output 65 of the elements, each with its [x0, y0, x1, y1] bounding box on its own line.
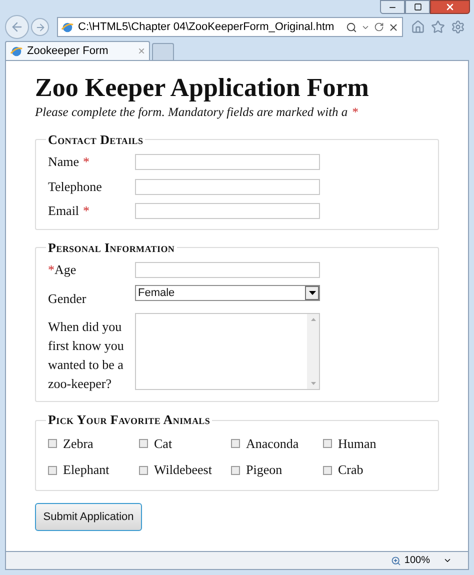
zoom-level[interactable]: 100% — [404, 553, 430, 568]
text-field[interactable] — [135, 203, 320, 219]
forward-button[interactable] — [31, 18, 49, 36]
checkbox[interactable] — [48, 466, 57, 474]
home-icon[interactable] — [411, 20, 425, 34]
text-field[interactable] — [135, 262, 320, 278]
zoom-dropdown-icon[interactable] — [443, 556, 452, 565]
dropdown-arrow-icon — [308, 290, 316, 295]
checkbox[interactable] — [139, 466, 148, 474]
checkbox-label: Crab — [338, 461, 364, 480]
close-icon — [445, 2, 455, 12]
text-field[interactable] — [135, 154, 320, 170]
stop-icon[interactable] — [388, 22, 399, 32]
back-button[interactable] — [5, 15, 29, 39]
field-label: Telephone — [48, 178, 102, 194]
checkbox-label: Zebra — [63, 434, 94, 453]
page-title: Zoo Keeper Application Form — [35, 73, 370, 103]
checkbox-label: Wildebeest — [154, 461, 212, 480]
checkbox[interactable] — [323, 439, 332, 448]
search-icon[interactable] — [346, 22, 357, 32]
required-mark: * — [48, 261, 54, 280]
required-mark: * — [352, 104, 358, 121]
browser-icon — [10, 44, 23, 58]
field-label: Name — [48, 153, 80, 172]
section-legend: Pick Your Favorite Animals — [46, 410, 212, 430]
text-field[interactable] — [135, 178, 320, 194]
answer-box[interactable] — [135, 313, 320, 390]
favorites-icon[interactable] — [431, 20, 445, 34]
checkbox-label: Pigeon — [246, 461, 282, 480]
checkbox[interactable] — [231, 466, 240, 474]
scroll-down-icon[interactable] — [310, 382, 316, 386]
browser-icon — [61, 20, 74, 34]
field-label: Gender — [48, 290, 86, 306]
settings-icon[interactable] — [451, 20, 465, 34]
new-tab-button[interactable] — [152, 43, 174, 60]
required-mark: * — [83, 202, 90, 220]
checkbox[interactable] — [231, 439, 240, 448]
gender-select[interactable]: Female — [135, 284, 320, 301]
address-text: C:\HTML5\Chapter 04\ZooKeeperForm_Original.htm — [78, 20, 336, 35]
required-mark: * — [83, 153, 90, 172]
address-bar[interactable]: C:\HTML5\Chapter 04\ZooKeeperForm_Original.htm — [57, 17, 403, 37]
field-label: Email — [48, 202, 80, 220]
zoom-icon[interactable] — [391, 556, 402, 566]
close-button[interactable] — [430, 0, 470, 14]
field-label: Age — [54, 261, 76, 280]
checkbox[interactable] — [139, 439, 148, 448]
tab-title: Zookeeper Form — [27, 44, 110, 59]
browser-tab[interactable]: Zookeeper Form × — [5, 41, 150, 60]
checkbox[interactable] — [48, 439, 57, 448]
scroll-up-icon[interactable] — [310, 318, 316, 322]
page-subtitle: Please complete the form. Mandatory fields are marked with a — [35, 104, 348, 121]
checkbox-label: Elephant — [63, 461, 110, 480]
submit-button[interactable]: Submit Application — [35, 502, 142, 531]
section-legend: Contact Details — [46, 130, 146, 150]
back-icon — [10, 20, 24, 34]
checkbox-label: Human — [338, 434, 376, 453]
checkbox-label: Cat — [154, 434, 172, 453]
forward-icon — [34, 22, 46, 32]
checkbox[interactable] — [323, 466, 332, 474]
maximize-button[interactable] — [405, 0, 430, 14]
field-label: When did you first know you wanted to be a zoo-keeper? — [48, 319, 124, 392]
checkbox-label: Anaconda — [246, 434, 299, 453]
section-legend: Personal Information — [46, 238, 177, 258]
maximize-icon — [414, 3, 422, 11]
refresh-icon[interactable] — [374, 22, 384, 32]
